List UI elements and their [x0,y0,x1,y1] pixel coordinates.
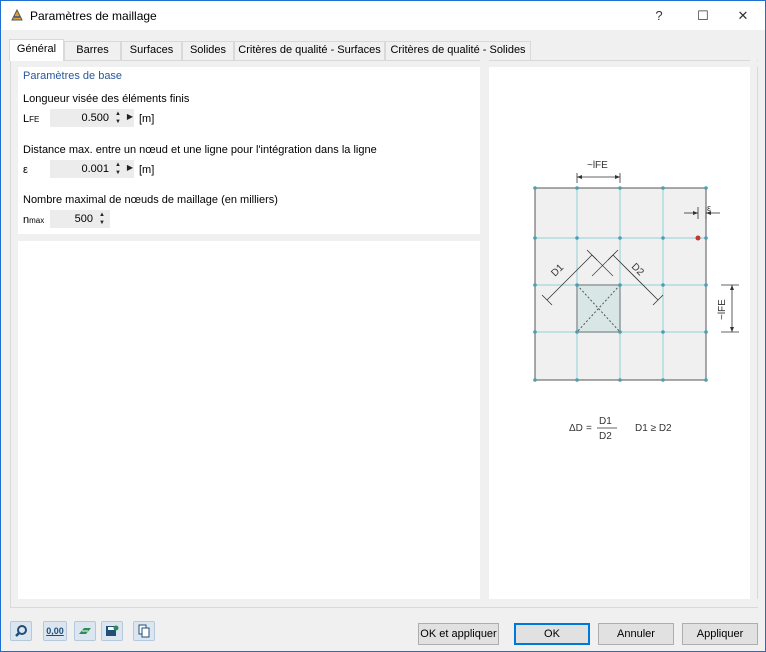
spin-up-down-icon[interactable]: ▲ ▼ [97,211,107,227]
target-length-unit: [m] [139,113,155,125]
title-bar: Paramètres de maillage ? ☐ ✕ [1,1,765,30]
ok-button[interactable]: OK [514,623,590,645]
target-length-value: 0.500 [81,112,109,124]
max-distance-value: 0.001 [81,163,109,175]
numeric-format-icon[interactable]: 0,00 [43,621,67,641]
offset-node-marker [695,235,701,241]
max-nodes-value: 500 [74,213,93,225]
maximize-button[interactable]: ☐ [685,1,721,30]
formula-denominator: D2 [599,431,612,442]
target-length-label: Longueur visée des éléments finis [23,93,190,105]
formula-equals: = [586,423,592,434]
formula-condition: D1 ≥ D2 [635,423,672,434]
max-distance-symbol: ε [23,164,28,176]
save-icon[interactable] [101,621,123,641]
apply-button[interactable]: Appliquer [682,623,758,645]
tab-quality-surfaces[interactable]: Critères de qualité - Surfaces [234,41,385,60]
section-title: Paramètres de base [23,70,123,82]
target-length-input[interactable]: 0.500 ▲ ▼ ▶ [50,109,134,127]
search-icon[interactable] [10,621,32,641]
play-arrow-icon[interactable]: ▶ [127,112,133,121]
view-icon[interactable] [74,621,96,641]
lfe-top-label: ~lFE [587,160,608,171]
max-nodes-symbol: nmax [23,214,45,226]
spin-up-down-icon[interactable]: ▲ ▼ [113,110,123,126]
formula-lhs: ΔD [569,423,583,434]
tab-surfaces[interactable]: Surfaces [121,41,182,60]
max-nodes-input[interactable]: 500 ▲ ▼ [50,210,110,228]
tab-general[interactable]: Général [9,39,64,61]
max-distance-input[interactable]: 0.001 ▲ ▼ ▶ [50,160,134,178]
max-distance-unit: [m] [139,164,155,176]
target-length-symbol: LFE [23,113,40,125]
mesh-diagram: ~lFE ε ~lFE D1 D2 ΔD = D1 D2 D1 ≥ D2 [533,160,739,442]
tab-quality-solids[interactable]: Critères de qualité - Solides [385,41,531,60]
close-button[interactable]: ✕ [725,1,761,30]
tab-solids[interactable]: Solides [182,41,234,60]
lfe-side-label: ~lFE [717,299,728,320]
max-nodes-label: Nombre maximal de nœuds de maillage (en … [23,194,278,206]
copy-icon[interactable] [133,621,155,641]
app-icon [11,8,23,21]
formula-numerator: D1 [599,416,612,427]
ok-apply-button[interactable]: OK et appliquer [418,623,499,645]
cancel-button[interactable]: Annuler [598,623,674,645]
max-distance-label: Distance max. entre un nœud et une ligne… [23,144,377,156]
empty-panel [18,241,480,599]
play-arrow-icon[interactable]: ▶ [127,163,133,172]
window-title: Paramètres de maillage [30,9,157,23]
tab-bars[interactable]: Barres [64,41,121,60]
epsilon-label: ε [707,203,711,213]
help-button[interactable]: ? [641,1,677,30]
dialog-window: Paramètres de maillage ? ☐ ✕ Général Bar… [0,0,766,652]
spin-up-down-icon[interactable]: ▲ ▼ [113,161,123,177]
